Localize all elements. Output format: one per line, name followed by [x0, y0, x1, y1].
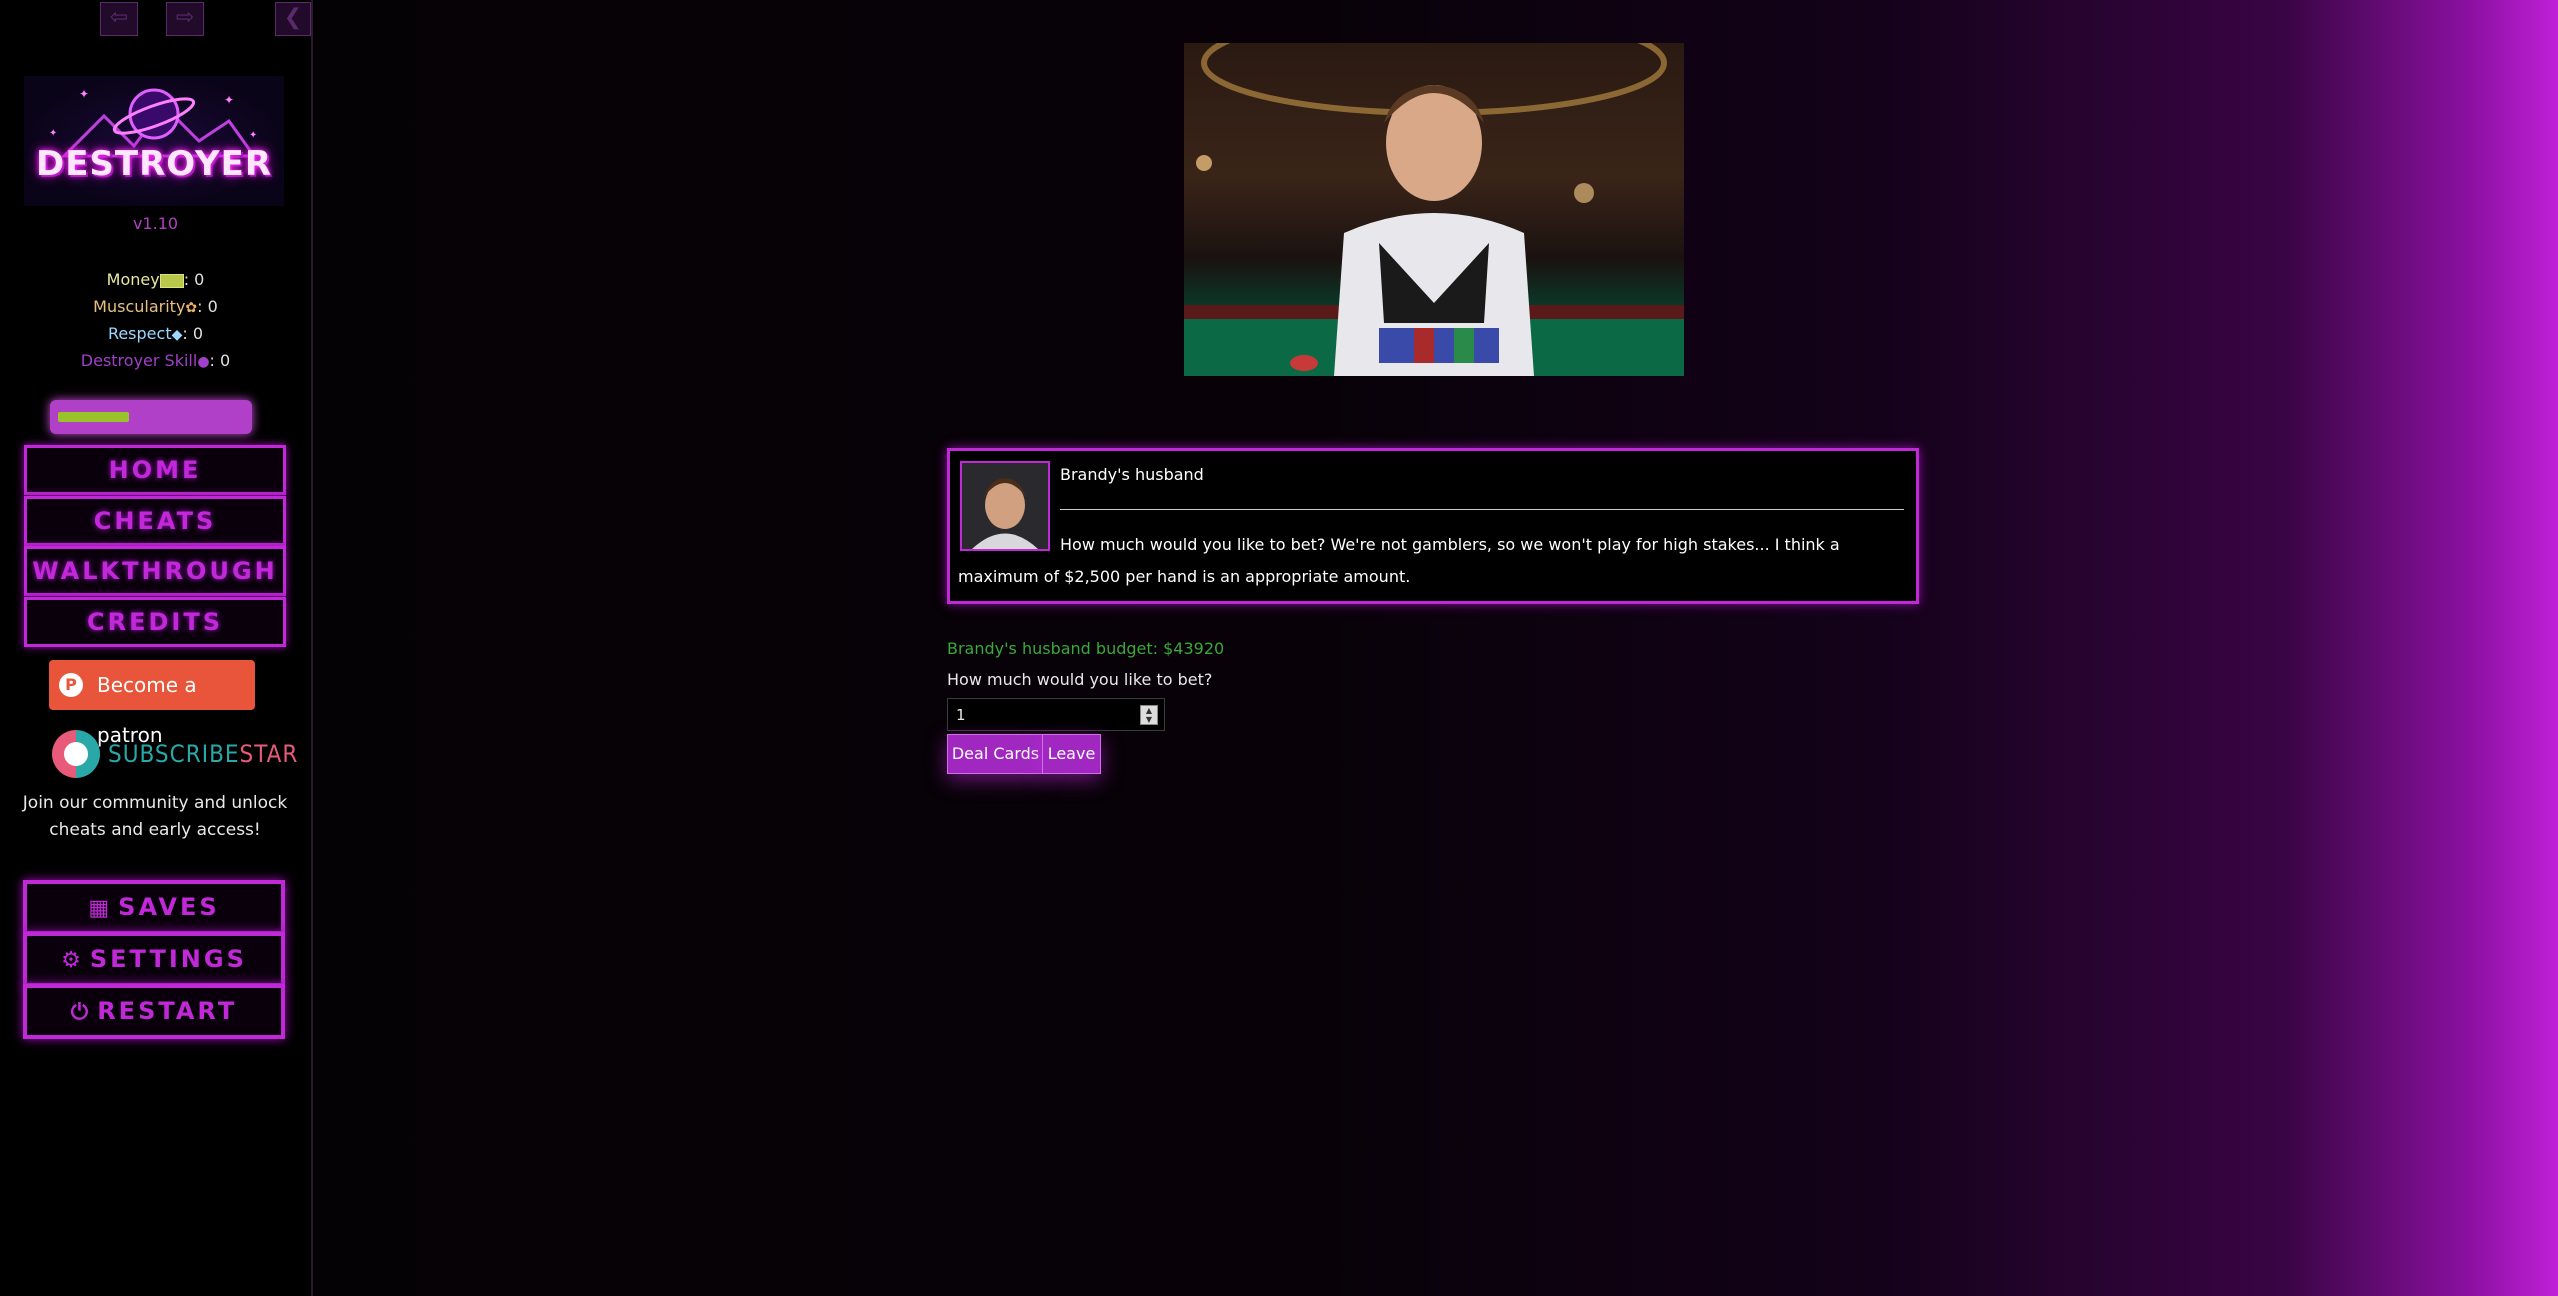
patreon-icon: P [59, 673, 83, 697]
leave-button[interactable]: Leave [1042, 734, 1101, 774]
stat-destroyer-skill-label: Destroyer Skill [80, 351, 198, 370]
history-forward-button[interactable]: ⇨ [166, 2, 204, 36]
destroyer-skill-icon: ● [197, 354, 210, 370]
cash-icon [159, 273, 184, 288]
gem-icon: ◆ [171, 327, 183, 343]
saves-button[interactable]: ▦ SAVES [23, 880, 285, 935]
stat-respect: Respect◆: 0 [107, 324, 204, 343]
subscribestar-icon [52, 730, 100, 778]
flexed-arm-icon: ✿ [185, 300, 198, 316]
chevron-left-icon: ❮ [283, 5, 303, 30]
svg-text:✦: ✦ [79, 87, 89, 101]
budget-text: Brandy's husband budget: $43920 [947, 639, 1225, 658]
dialog-text: How much would you like to bet? We're no… [958, 535, 1840, 586]
nav-credits-button[interactable]: CREDITS [24, 597, 286, 647]
arrow-right-icon: ⇨ [175, 5, 195, 30]
subscribestar-sub-text: SUBSCRIBE [108, 740, 240, 768]
scene-image-casino-dealer [1184, 43, 1684, 376]
nav-home-button[interactable]: HOME [24, 445, 286, 495]
stat-money-label: Money [106, 270, 160, 289]
arrow-left-icon: ⇦ [109, 5, 129, 30]
power-icon: ⏻ [70, 1000, 92, 1025]
stat-money-value: 0 [194, 270, 205, 289]
dialog-divider [1060, 509, 1904, 510]
saves-label: SAVES [118, 893, 220, 921]
nav-walkthrough-button[interactable]: WALKTHROUGH [24, 546, 286, 596]
settings-label: SETTINGS [89, 945, 247, 973]
collapse-sidebar-button[interactable]: ❮ [275, 2, 311, 36]
bet-amount-input[interactable] [947, 698, 1165, 731]
subscribestar-link[interactable]: SUBSCRIBESTAR [52, 730, 297, 778]
subscribestar-star-text: STAR [239, 740, 299, 768]
stat-muscularity: Muscularity✿: 0 [93, 297, 218, 316]
nav-cheats-button[interactable]: CHEATS [24, 496, 286, 546]
dialog-box: Brandy's husband How much would you like… [947, 448, 1919, 604]
stat-muscularity-value: 0 [207, 297, 218, 316]
game-logo: ✦ ✦ ✦ ✦ DESTROYER [24, 76, 284, 206]
planet-logo-icon: ✦ ✦ ✦ ✦ [49, 87, 257, 158]
restart-button[interactable]: ⏻ RESTART [23, 984, 285, 1039]
stat-destroyer-skill-value: 0 [220, 351, 231, 370]
bet-amount-stepper[interactable]: ▲ ▼ [1140, 705, 1158, 725]
nav-home-label: HOME [108, 456, 202, 484]
svg-text:✦: ✦ [49, 128, 57, 139]
nav-cheats-label: CHEATS [93, 507, 217, 535]
deal-cards-button[interactable]: Deal Cards [947, 734, 1044, 774]
sidebar: ⇦ ⇨ ❮ ✦ ✦ ✦ ✦ DESTROYER v1.10 Money: 0 M… [0, 0, 313, 1296]
settings-button[interactable]: ⚙ SETTINGS [23, 932, 285, 987]
gear-icon: ⚙ [61, 948, 84, 973]
stat-muscularity-label: Muscularity [93, 297, 186, 316]
community-text: Join our community and unlock cheats and… [22, 793, 288, 840]
subscribestar-wordmark: SUBSCRIBESTAR [108, 740, 298, 768]
stat-money: Money: 0 [106, 270, 205, 289]
speaker-name: Brandy's husband [1060, 465, 1204, 484]
progress-bar [50, 400, 252, 434]
become-patron-button[interactable]: P Become a patron [49, 660, 255, 747]
floppy-disk-icon: ▦ [88, 896, 113, 921]
stat-respect-value: 0 [192, 324, 204, 343]
stat-destroyer-skill: Destroyer Skill●: 0 [80, 351, 231, 370]
stat-respect-label: Respect [107, 324, 172, 343]
restart-label: RESTART [97, 997, 238, 1025]
history-back-button[interactable]: ⇦ [100, 2, 138, 36]
progress-bar-fill [58, 412, 129, 422]
version-label: v1.10 [132, 214, 179, 233]
logo-text: DESTROYER [35, 144, 273, 184]
svg-text:✦: ✦ [224, 93, 234, 107]
svg-text:✦: ✦ [249, 130, 257, 141]
bet-question: How much would you like to bet? [947, 670, 1213, 689]
nav-walkthrough-label: WALKTHROUGH [32, 557, 278, 585]
nav-credits-label: CREDITS [87, 608, 223, 636]
